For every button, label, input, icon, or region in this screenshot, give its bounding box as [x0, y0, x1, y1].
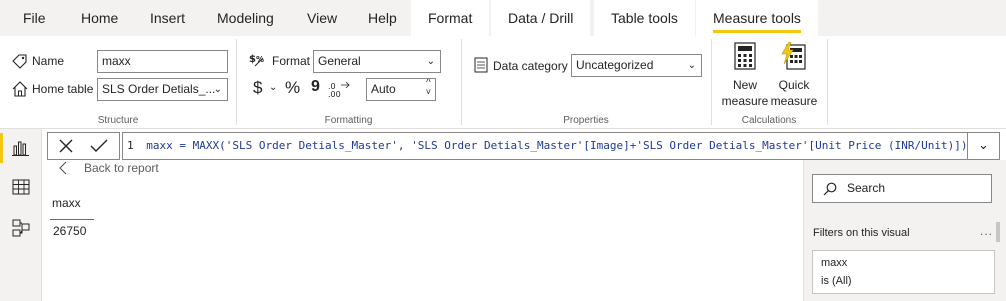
tab-table-tools[interactable]: Table tools: [594, 0, 695, 36]
model-view-icon[interactable]: [12, 219, 30, 237]
filter-card[interactable]: maxx is (All): [812, 250, 995, 294]
tab-home[interactable]: Home: [81, 0, 118, 36]
percent-button[interactable]: %: [285, 78, 300, 98]
more-options-icon[interactable]: ...: [980, 224, 993, 238]
group-label-calculations: Calculations: [741, 115, 797, 126]
quick-measure-button[interactable]: Quick measure: [767, 42, 821, 112]
formula-line-number: 1: [127, 139, 134, 152]
group-divider: [711, 39, 712, 125]
format-dropdown[interactable]: General ⌄: [313, 50, 441, 73]
tab-help[interactable]: Help: [368, 0, 397, 36]
table-column-header: maxx: [52, 196, 81, 210]
home-table-label: Home table: [32, 82, 94, 96]
new-measure-button[interactable]: New measure: [719, 42, 771, 112]
group-label-formatting: Formatting: [324, 115, 373, 126]
new-measure-label-1: New: [732, 78, 757, 92]
group-label-structure: Structure: [97, 115, 139, 126]
comma-style-button[interactable]: 9: [311, 78, 320, 96]
quick-measure-icon: [781, 42, 806, 70]
group-label-properties: Properties: [563, 115, 609, 126]
chevron-down-icon: ⌄: [978, 137, 989, 152]
tab-file[interactable]: File: [23, 0, 46, 36]
calculator-icon: [734, 42, 756, 70]
data-category-label: Data category: [493, 59, 568, 73]
filters-on-visual-header: Filters on this visual: [813, 227, 910, 239]
formula-text: maxx = MAXX('SLS Order Detials_Master', …: [146, 139, 968, 152]
svg-text:.00: .00: [328, 90, 341, 98]
home-icon: [12, 81, 28, 97]
currency-button[interactable]: $: [253, 78, 262, 98]
data-category-value: Uncategorized: [576, 58, 654, 72]
filter-field-value: is (All): [821, 275, 852, 287]
name-label: Name: [32, 54, 65, 68]
formula-actions: [47, 132, 120, 160]
name-input[interactable]: maxx: [97, 50, 228, 73]
search-icon: [823, 182, 837, 196]
tab-modeling[interactable]: Modeling: [217, 0, 274, 36]
filter-search-input[interactable]: Search: [812, 174, 992, 203]
tab-view[interactable]: View: [307, 0, 337, 36]
scrollbar[interactable]: [996, 222, 1000, 242]
data-category-dropdown[interactable]: Uncategorized ⌄: [571, 54, 702, 77]
back-to-report-link[interactable]: Back to report: [84, 161, 159, 175]
chevron-down-icon[interactable]: ⌄: [269, 82, 277, 93]
quick-measure-label-2: measure: [770, 94, 818, 108]
active-view-indicator: [0, 133, 3, 163]
decimal-places-icon[interactable]: .0 .00: [327, 80, 357, 98]
tab-insert[interactable]: Insert: [150, 0, 185, 36]
stepper-icon[interactable]: ˄ ˅: [426, 79, 431, 98]
home-table-dropdown[interactable]: SLS Order Detials_... ⌄: [97, 78, 228, 101]
svg-text:%: %: [256, 55, 264, 64]
view-switcher-rail: [0, 129, 42, 301]
chevron-left-icon[interactable]: [58, 161, 68, 175]
tag-icon: [12, 54, 27, 69]
format-value: General: [318, 54, 361, 68]
quick-measure-label-1: Quick: [778, 78, 810, 92]
home-table-value: SLS Order Detials_...: [102, 82, 216, 96]
chevron-down-icon: ⌄: [687, 60, 696, 71]
group-divider: [461, 39, 462, 125]
report-view-icon[interactable]: [12, 140, 30, 156]
table-cell-value: 26750: [53, 224, 87, 238]
format-label: Format: [272, 54, 311, 68]
svg-text:$: $: [249, 54, 256, 65]
close-icon[interactable]: [58, 138, 74, 154]
group-divider: [236, 39, 237, 125]
data-category-icon: [474, 57, 488, 73]
filter-field-name: maxx: [821, 257, 848, 269]
format-icon: $ %: [249, 54, 264, 67]
expand-formula-button[interactable]: ⌄: [968, 132, 1000, 160]
chevron-down-icon: ⌄: [213, 84, 222, 95]
search-placeholder: Search: [847, 181, 886, 195]
tab-format[interactable]: Format: [411, 0, 490, 36]
decimal-places-value: Auto: [371, 82, 396, 96]
ribbon-tab-bar: File Home Insert Modeling View Help Form…: [0, 0, 1006, 36]
group-divider: [827, 39, 828, 125]
formula-editor[interactable]: 1 maxx = MAXX('SLS Order Detials_Master'…: [122, 132, 968, 160]
new-measure-label-2: measure: [721, 94, 769, 108]
tab-data-drill[interactable]: Data / Drill: [491, 0, 591, 36]
tab-measure-tools[interactable]: Measure tools: [696, 0, 818, 36]
decimal-places-spinner[interactable]: Auto ˄ ˅: [366, 78, 436, 101]
chevron-down-icon: ⌄: [426, 56, 435, 67]
header-underline: [50, 219, 94, 220]
data-view-icon[interactable]: [12, 179, 30, 195]
check-icon[interactable]: [90, 138, 108, 154]
